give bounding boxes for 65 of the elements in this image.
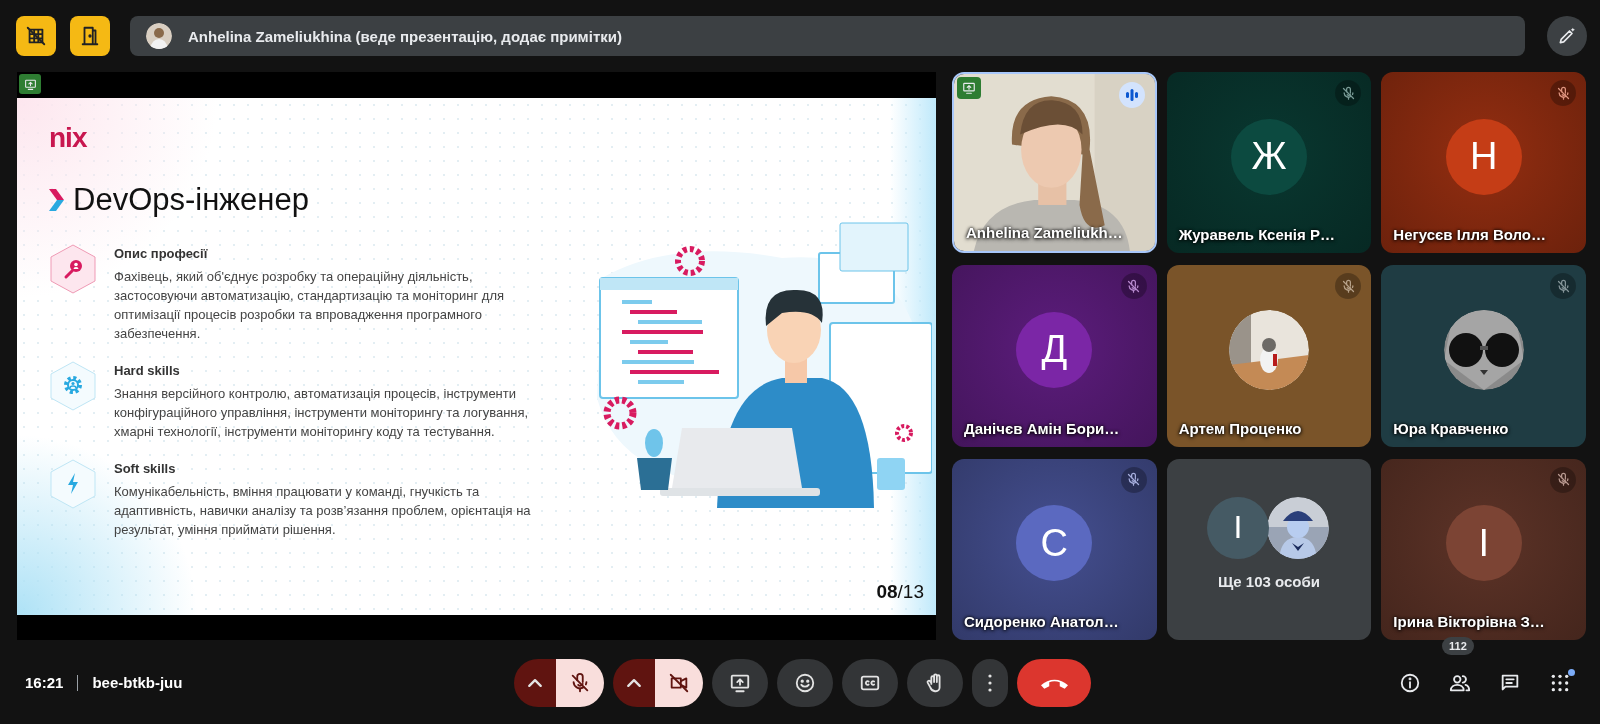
section-heading: Soft skills (114, 460, 177, 476)
avatar-initial: I (1207, 496, 1269, 559)
camera-off-icon (668, 671, 690, 694)
page-number: 08/13 (876, 580, 924, 603)
profile-hexagon-icon (49, 243, 97, 294)
smiley-icon (794, 671, 816, 694)
microphone-button[interactable] (556, 658, 604, 707)
clock: 16:21 (25, 674, 64, 691)
participant-name: Ірина Вікторівна З… (1393, 613, 1545, 630)
bolt-hexagon-icon (49, 458, 97, 509)
apps-grid-icon (1550, 672, 1570, 693)
raise-hand-button[interactable] (907, 658, 963, 707)
door-icon (79, 25, 101, 47)
end-call-button[interactable] (1017, 658, 1091, 707)
video-options-button[interactable] (613, 658, 655, 707)
caret-icon (528, 678, 542, 687)
mic-off-icon (1340, 278, 1356, 294)
avatar-initial: I (1445, 505, 1522, 582)
more-icon (988, 673, 992, 692)
gear-hexagon-icon (49, 360, 97, 411)
avatar-initial: Н (1445, 118, 1522, 195)
meeting-code: bee-btkb-juu (92, 674, 183, 691)
avatar-initial: Д (1016, 312, 1093, 388)
avatar-initial: Ж (1231, 118, 1307, 195)
more-participants-label: Ще 103 особи (1218, 572, 1320, 590)
participant-name: Артем Проценко (1178, 419, 1302, 437)
participant-name: Негусєв Ілля Воло… (1393, 226, 1546, 244)
participant-name: Журавель Ксенія Р… (1178, 226, 1335, 244)
slide-title: DevOps-інженер (73, 181, 309, 218)
camera-button[interactable] (655, 658, 703, 707)
annotate-button[interactable] (1547, 16, 1587, 56)
presenter-banner[interactable]: Anhelina Zameliukhina (веде презентацію, додає примітки) (130, 16, 1525, 56)
layout-button[interactable] (16, 16, 56, 56)
mic-off-icon (1555, 278, 1571, 294)
participant-name: Данічєв Амін Бори… (964, 419, 1120, 437)
grid-slash-icon (25, 25, 47, 47)
section-heading: Hard skills (114, 362, 181, 378)
section-heading: Опис професії (114, 245, 209, 261)
mic-off-icon (1126, 472, 1142, 488)
mic-off-icon (1340, 85, 1356, 101)
logo: nix (49, 123, 87, 152)
section-text: Фахівець, який об'єднує розробку та операційну діяльність, застосовуючи автоматизацію, стандартизацію та моніторинг для оптимізації процесів розробки та впровадження програмного забезпечення. (114, 267, 506, 343)
section-text: Комунікабельність, вміння працювати у команді, гнучкість та адаптивність, навички аналізу та розв’язання проблем, орієнтація на результат, уміння приймати рішення. (114, 482, 532, 539)
mic-off-icon (1555, 472, 1571, 488)
info-icon (1399, 671, 1421, 694)
participant-name: Юра Кравченко (1393, 419, 1509, 437)
microphone-off-icon (569, 671, 591, 694)
more-options-button[interactable] (972, 658, 1008, 707)
audio-options-button[interactable] (514, 658, 556, 707)
participant-name: Сидоренко Анатол… (964, 613, 1119, 630)
avatar-initial: С (1016, 505, 1093, 582)
mic-off-icon (1555, 85, 1571, 101)
mic-off-icon (1126, 278, 1142, 294)
presenter-label: Anhelina Zameliukhina (веде презентацію, додає примітки) (188, 27, 622, 45)
pen-icon (1557, 26, 1577, 46)
door-button[interactable] (70, 16, 110, 56)
section-text: Знання версійного контролю, автоматизація процесів, інструменти конфігураційного управління, інструменти моніторингу та логування, хмарні технології, інструменти моніторингу коду та тестування. (114, 384, 530, 441)
more-participants-tile[interactable]: I Ще 103 особи (1166, 458, 1372, 640)
participant-name: Anhelina Zameliukh… (966, 224, 1123, 242)
reactions-button[interactable] (777, 658, 833, 707)
present-button[interactable] (712, 658, 768, 707)
avatar (146, 23, 172, 49)
caret-icon (627, 678, 641, 687)
chevron-icon (49, 188, 65, 211)
captions-button[interactable] (842, 658, 898, 707)
